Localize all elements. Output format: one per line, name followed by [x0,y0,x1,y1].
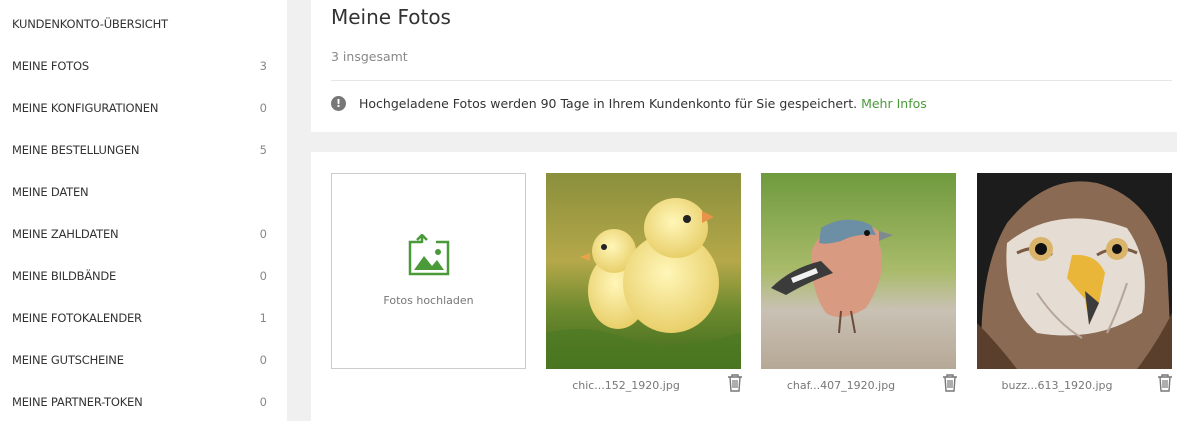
sidebar-item-label: MEINE KONFIGURATIONEN [12,101,159,115]
photo-gallery: Fotos hochladen chic...152_1920.jpg chaf… [311,152,1177,421]
chick-photo [546,173,741,369]
sidebar-item-count: 1 [259,311,267,325]
sidebar-item-count: 0 [259,395,267,409]
header-card: Meine Fotos 3 insgesamt ! Hochgeladene F… [311,0,1177,132]
upload-photos-button[interactable]: Fotos hochladen [331,173,526,369]
sidebar-item-count: 0 [259,353,267,367]
image-upload-icon [408,234,450,276]
sidebar-item-photocalendars[interactable]: MEINE FOTOKALENDER 1 [0,297,287,339]
trash-icon[interactable] [727,374,743,392]
sidebar-item-photos[interactable]: MEINE FOTOS 3 [0,45,287,87]
photo-thumbnail-chaffinch[interactable] [761,173,956,369]
sidebar-item-configurations[interactable]: MEINE KONFIGURATIONEN 0 [0,87,287,129]
sidebar-item-payment-data[interactable]: MEINE ZAHLDATEN 0 [0,213,287,255]
sidebar-item-orders[interactable]: MEINE BESTELLUNGEN 5 [0,129,287,171]
sidebar-item-label: MEINE ZAHLDATEN [12,227,119,241]
page-title: Meine Fotos [331,5,451,29]
sidebar-item-count: 3 [259,59,267,73]
sidebar-item-label: MEINE BESTELLUNGEN [12,143,140,157]
photo-filename: chic...152_1920.jpg [572,379,680,392]
trash-icon[interactable] [1157,374,1173,392]
sidebar: KUNDENKONTO-ÜBERSICHT MEINE FOTOS 3 MEIN… [0,0,287,421]
photo-filename: chaf...407_1920.jpg [786,379,896,392]
buzzard-photo [977,173,1172,369]
sidebar-item-vouchers[interactable]: MEINE GUTSCHEINE 0 [0,339,287,381]
photo-thumbnail-chick[interactable] [546,173,741,369]
trash-icon[interactable] [942,374,958,392]
more-info-link[interactable]: Mehr Infos [861,96,927,111]
sidebar-item-label: MEINE FOTOKALENDER [12,311,142,325]
upload-label: Fotos hochladen [383,294,474,307]
divider [331,80,1172,81]
sidebar-item-count: 0 [259,101,267,115]
sidebar-item-my-data[interactable]: MEINE DATEN [0,171,287,213]
info-text: Hochgeladene Fotos werden 90 Tage in Ihr… [359,96,858,111]
sidebar-item-label: MEINE GUTSCHEINE [12,353,124,367]
sidebar-item-label: MEINE DATEN [12,185,89,199]
sidebar-item-label: MEINE PARTNER-TOKEN [12,395,143,409]
photo-count: 3 insgesamt [331,49,408,64]
sidebar-item-count: 0 [259,269,267,283]
photo-thumbnail-buzzard[interactable] [977,173,1172,369]
sidebar-item-label: MEINE BILDBÄNDE [12,269,117,283]
info-notice: ! Hochgeladene Fotos werden 90 Tage in I… [331,96,927,111]
photo-filename: buzz...613_1920.jpg [1001,379,1113,392]
sidebar-item-overview[interactable]: KUNDENKONTO-ÜBERSICHT [0,3,287,45]
sidebar-item-photobooks[interactable]: MEINE BILDBÄNDE 0 [0,255,287,297]
main-content: Meine Fotos 3 insgesamt ! Hochgeladene F… [287,0,1177,421]
chaffinch-photo [761,173,956,369]
sidebar-item-partner-token[interactable]: MEINE PARTNER-TOKEN 0 [0,381,287,421]
sidebar-item-label: KUNDENKONTO-ÜBERSICHT [12,17,168,31]
sidebar-item-count: 5 [259,143,267,157]
sidebar-item-label: MEINE FOTOS [12,59,89,73]
exclamation-icon: ! [331,96,346,111]
sidebar-item-count: 0 [259,227,267,241]
